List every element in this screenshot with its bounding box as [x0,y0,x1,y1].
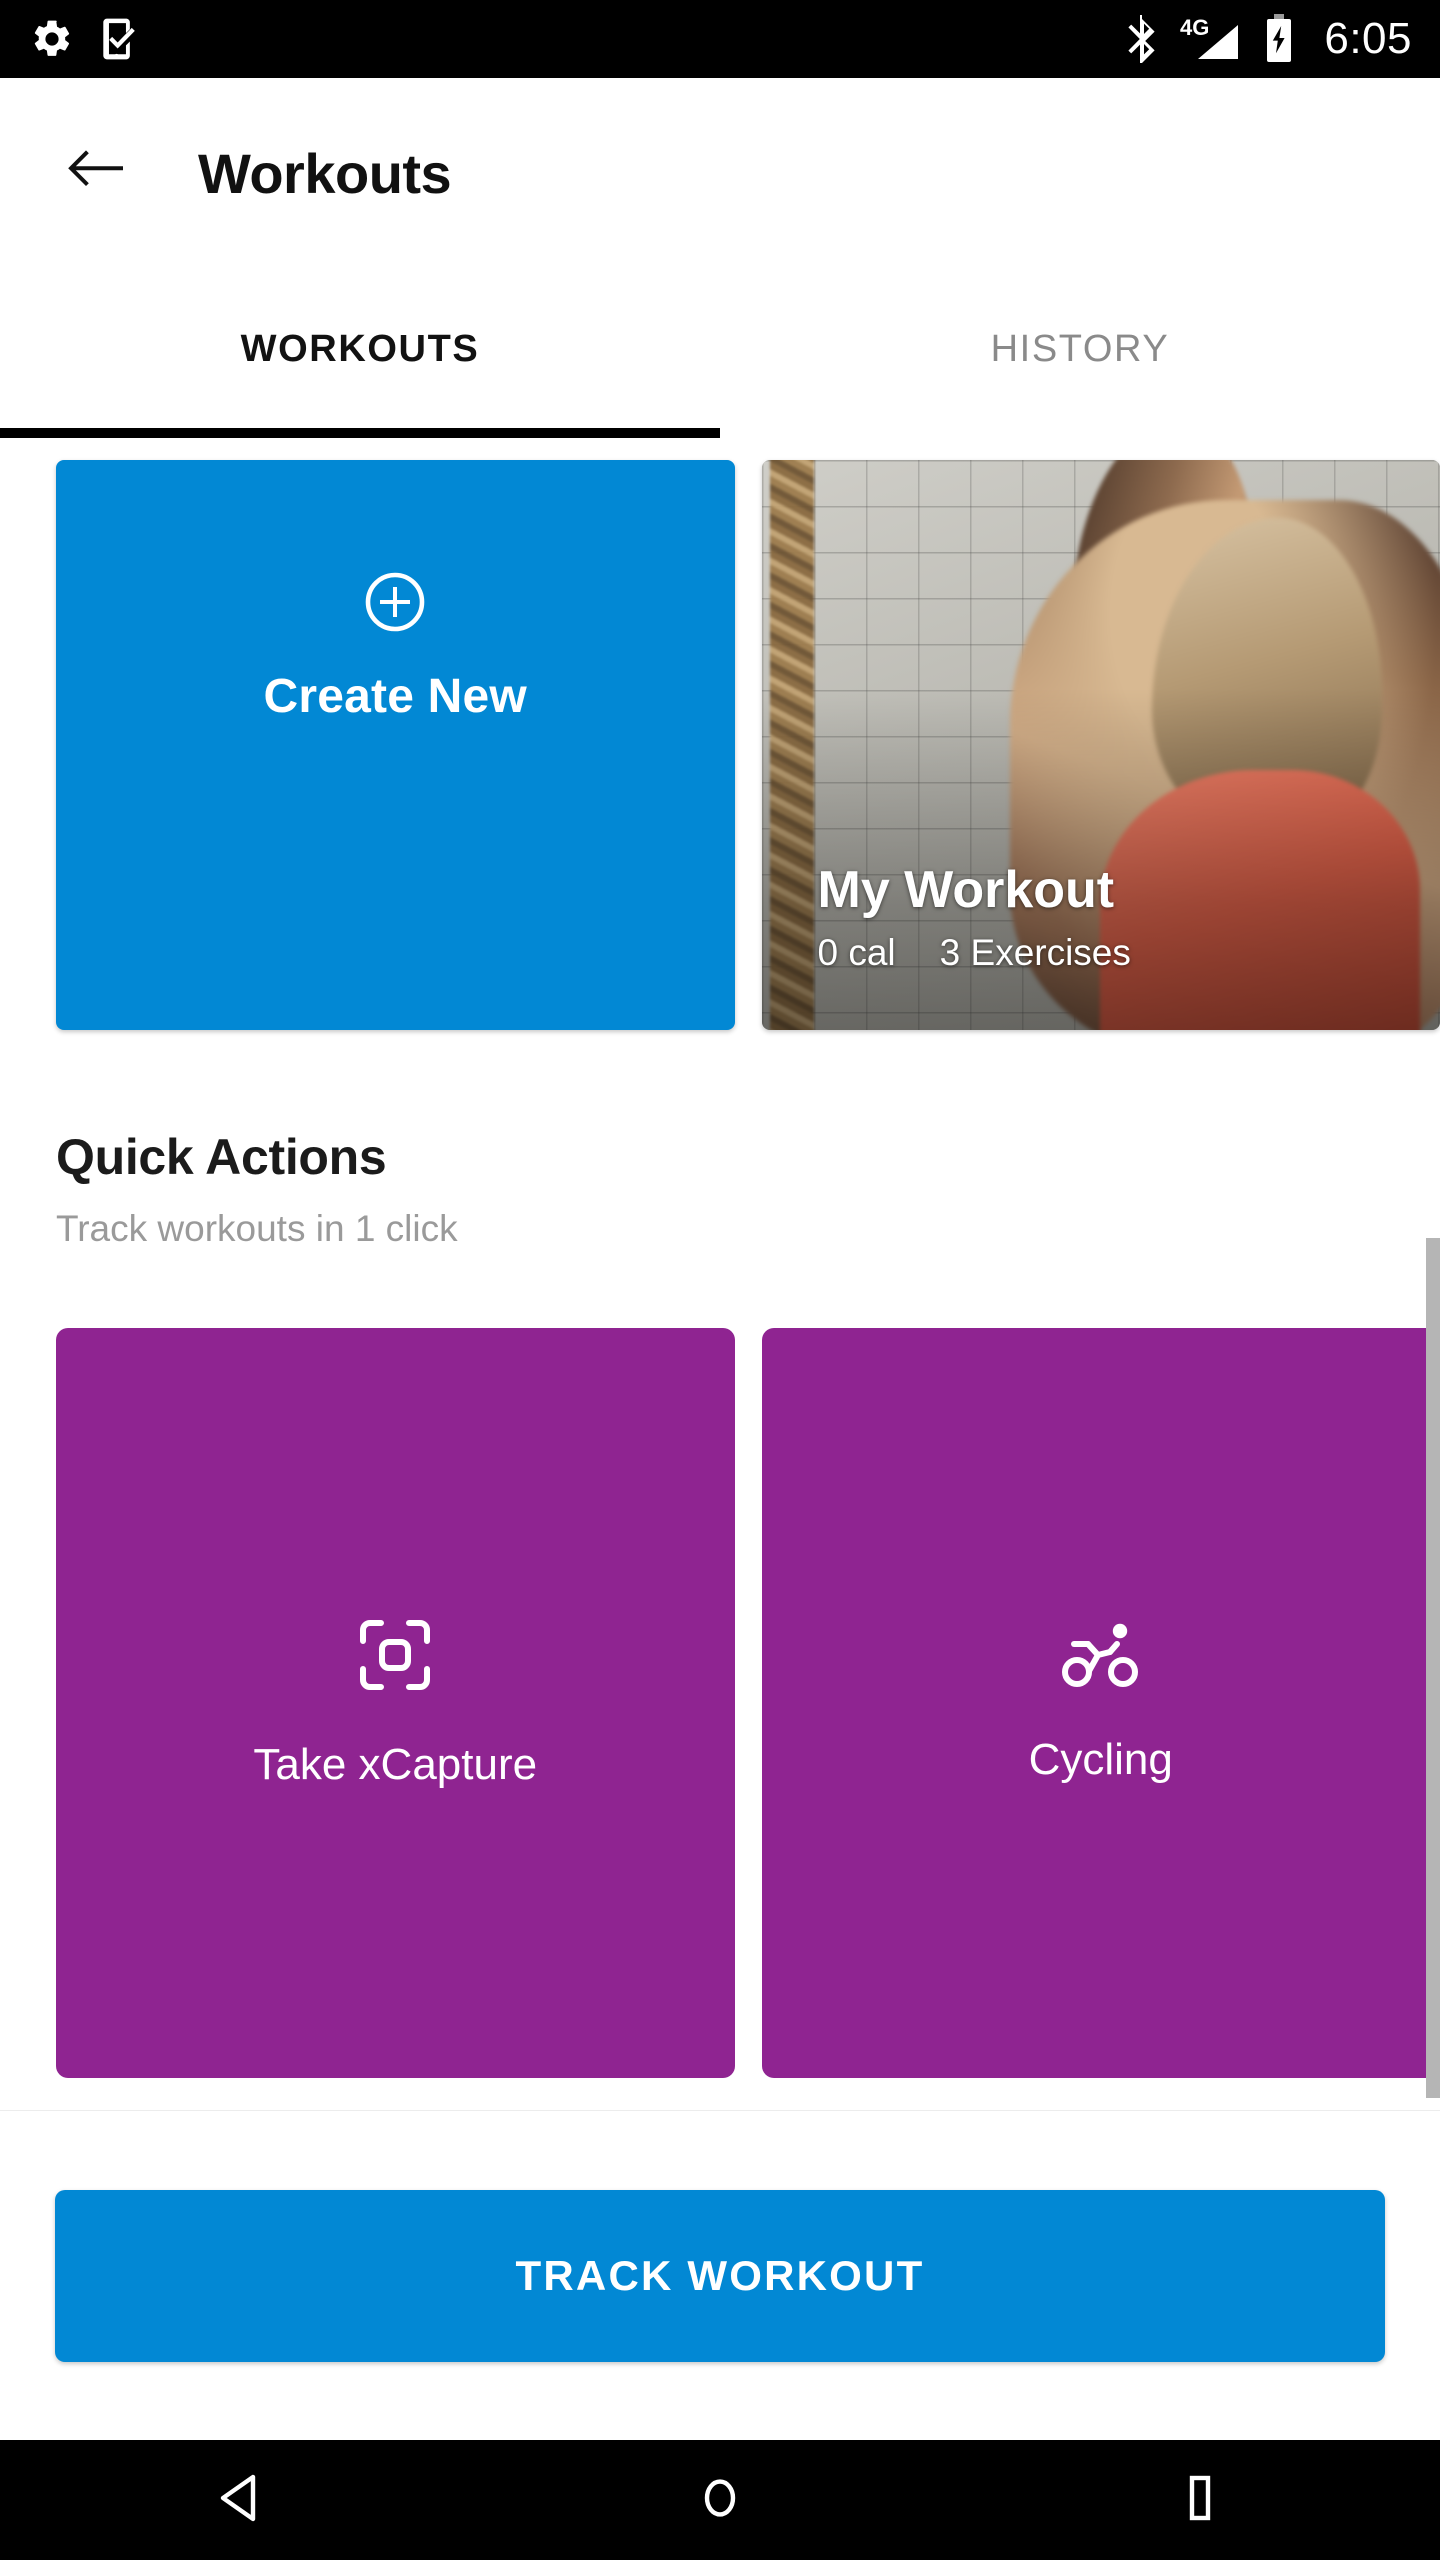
create-new-workout-card[interactable]: Create New [56,460,735,1030]
status-bar-clock: 6:05 [1324,14,1412,63]
nav-recents-button[interactable] [1120,2440,1280,2560]
settings-gear-icon [30,17,74,61]
status-bar-right-icons: 4G 6:05 [1124,14,1412,64]
workout-card-calories: 0 cal [817,932,896,973]
battery-charging-icon [1264,14,1294,64]
quick-action-take-xcapture[interactable]: Take xCapture [56,1328,735,2078]
scrollbar-track[interactable] [1426,438,1440,2110]
quick-actions-subtitle: Track workouts in 1 click [56,1208,458,1249]
tab-workouts[interactable]: WORKOUTS [0,268,720,438]
tab-history[interactable]: HISTORY [720,268,1440,438]
track-workout-button[interactable]: TRACK WORKOUT [55,2189,1385,2362]
nav-back-button[interactable] [160,2440,320,2560]
quick-actions-row: Take xCapture Cycling [0,1328,1440,2078]
workout-card-title: My Workout [817,861,1115,920]
nav-back-triangle-icon [217,2472,263,2529]
scrollbar-thumb[interactable] [1426,1238,1440,2098]
app-screen: 4G 6:05 Workouts WORKOUTS HISTORY Create… [0,0,1440,2560]
android-navigation-bar [0,2440,1440,2560]
active-tab-indicator [0,428,720,438]
status-bar: 4G 6:05 [0,0,1440,78]
nav-recents-square-icon [1180,2472,1220,2529]
workout-cards-row: Create New My Workout 0 cal 3 Exercises [0,460,1440,1030]
tab-workouts-label: WORKOUTS [240,327,480,370]
workout-card-my-workout[interactable]: My Workout 0 cal 3 Exercises [761,460,1440,1030]
tab-history-label: HISTORY [990,327,1170,370]
quick-action-take-xcapture-label: Take xCapture [253,1739,538,1789]
bluetooth-icon [1124,15,1158,63]
quick-action-cycling[interactable]: Cycling [761,1328,1440,2078]
back-button[interactable] [56,133,136,213]
app-bar: Workouts [0,78,1440,268]
create-new-label: Create New [263,670,527,723]
status-bar-left-icons [30,16,142,62]
scan-capture-icon [357,1617,433,1698]
plus-circle-icon [363,570,427,639]
workout-card-meta: 0 cal 3 Exercises [818,932,1131,974]
quick-action-cycling-label: Cycling [1028,1734,1173,1784]
signal-4g-label: 4G [1180,15,1209,40]
bottom-action-bar: TRACK WORKOUT [0,2110,1440,2440]
page-title: Workouts [198,141,452,205]
back-arrow-icon [67,148,125,199]
tab-bar: WORKOUTS HISTORY [0,268,1440,438]
workout-card-exercise-count: 3 Exercises [939,932,1131,973]
workout-card-caption: My Workout 0 cal 3 Exercises [818,863,1131,974]
signal-4g-icon: 4G [1180,15,1242,63]
nav-home-circle-icon [697,2472,743,2529]
nav-home-button[interactable] [640,2440,800,2560]
scroll-content[interactable]: Create New My Workout 0 cal 3 Exercises [0,438,1440,2110]
quick-actions-title: Quick Actions [56,1129,387,1185]
device-check-icon [100,16,142,62]
cycling-icon [1061,1622,1141,1693]
quick-actions-header: Quick Actions Track workouts in 1 click [56,1128,458,1250]
